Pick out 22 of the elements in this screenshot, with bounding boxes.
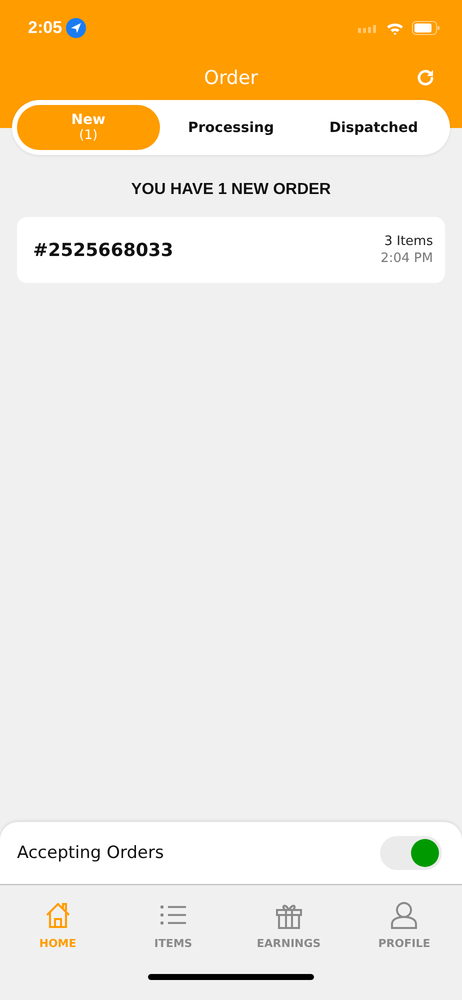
item-count: 3 Items	[384, 234, 433, 249]
signal-icon	[358, 23, 378, 33]
accepting-orders-label: Accepting Orders	[17, 843, 164, 863]
location-icon	[66, 18, 86, 38]
order-tab[interactable]: Processing	[160, 105, 302, 150]
order-time: 2:04 PM	[380, 251, 433, 266]
home-icon	[44, 901, 72, 929]
order-count-heading: YOU HAVE 1 NEW ORDER	[130, 181, 332, 199]
battery-icon	[412, 21, 440, 35]
nav-tab[interactable]: EARNINGS	[231, 901, 346, 950]
accepting-toggle[interactable]	[380, 836, 442, 870]
order-tab[interactable]: New (1)	[17, 105, 160, 150]
profile-icon	[390, 901, 418, 929]
order-number: #2525668033	[33, 240, 174, 260]
nav-tab[interactable]: PROFILE	[346, 901, 462, 950]
nav-tab[interactable]: HOME	[0, 901, 116, 950]
order-tab[interactable]: Dispatched	[302, 105, 446, 150]
nav-tab[interactable]: ITEMS	[116, 901, 231, 950]
order-card[interactable]: #2525668033 3 Items 2:04 PM	[17, 217, 445, 283]
wifi-icon	[386, 22, 404, 34]
page-title: Order	[204, 67, 258, 89]
status-time: 2:05	[28, 18, 62, 38]
